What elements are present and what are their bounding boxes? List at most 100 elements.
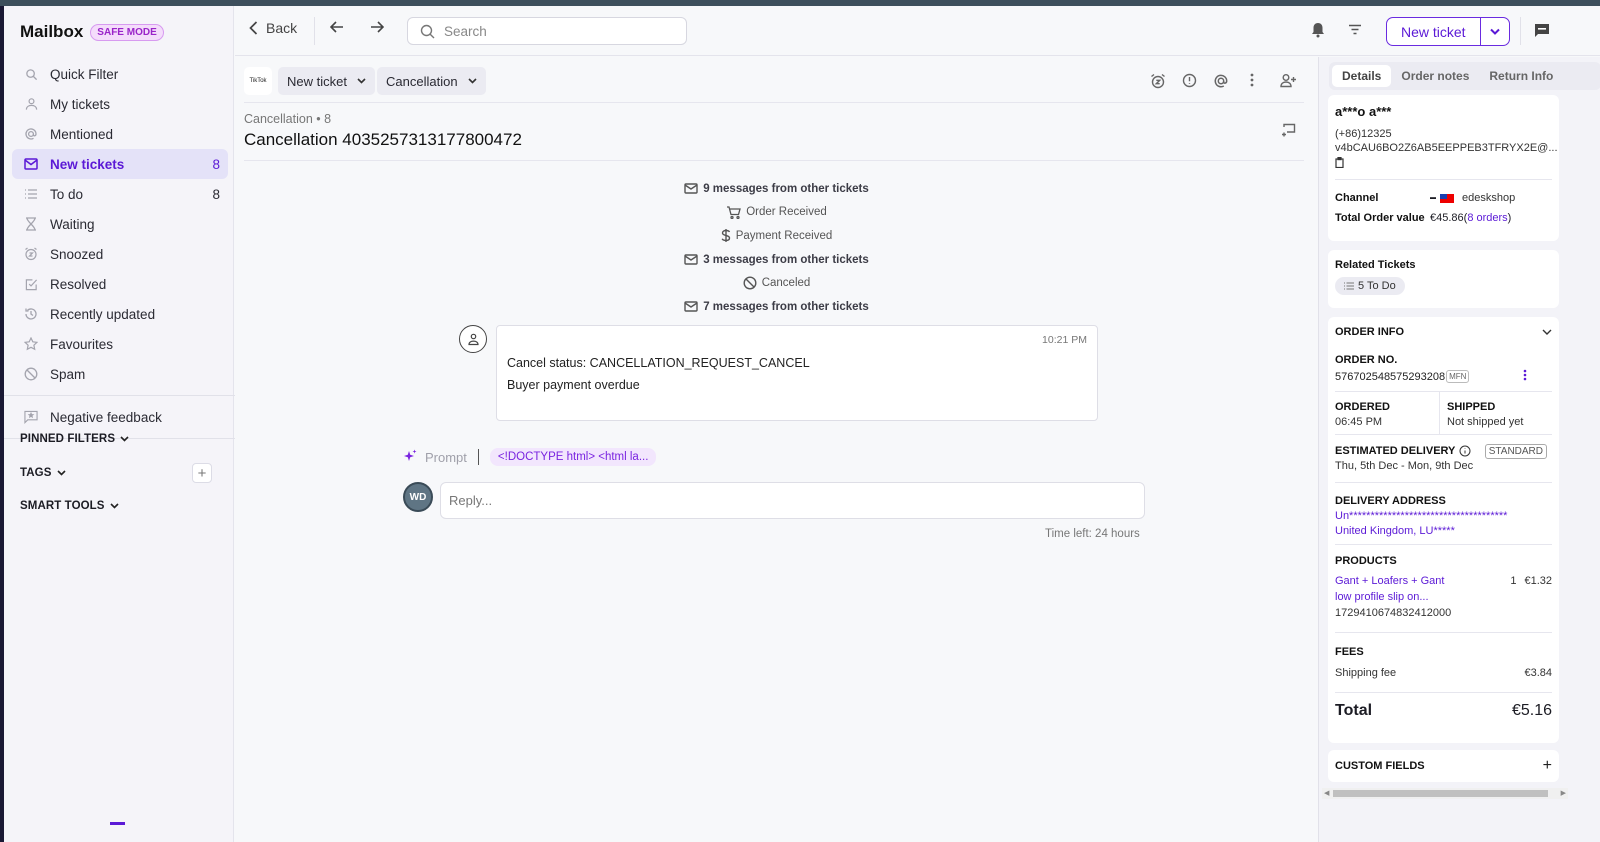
mention-button[interactable] [1213,73,1229,92]
priority-button[interactable] [1182,73,1197,91]
product-link[interactable]: Gant + Loafers + Gant [1335,575,1510,587]
type-dropdown[interactable]: Cancellation [377,67,486,95]
sidebar-item-quick-filter[interactable]: Quick Filter [12,59,228,89]
scrollbar-thumb[interactable] [1333,790,1548,797]
search-input[interactable] [444,23,664,39]
list-icon [1344,282,1354,290]
notifications-button[interactable] [1311,22,1325,41]
sidebar-item-recently-updated[interactable]: Recently updated [12,299,228,329]
sender-avatar [459,325,487,353]
sidebar-item-negative-feedback[interactable]: Negative feedback [12,402,228,432]
search-icon [420,24,435,38]
sidebar-item-my-tickets[interactable]: My tickets [12,89,228,119]
next-ticket-button[interactable] [370,21,385,36]
alert-circle-icon [1182,73,1197,88]
user-icon [467,333,479,345]
time-left: Time left: 24 hours [1045,528,1140,540]
tab-return-info[interactable]: Return Info [1479,65,1563,87]
status-dropdown[interactable]: New ticket [278,67,375,95]
safe-mode-badge: SAFE MODE [90,23,164,41]
clipboard-icon [1335,157,1344,169]
previous-ticket-button[interactable] [329,21,344,36]
order-menu-button[interactable] [1523,369,1527,384]
reply-button[interactable] [1281,123,1296,140]
timeline-event[interactable]: 3 messages from other tickets [235,248,1318,272]
reply-input[interactable] [449,483,1144,518]
delivery-address-line[interactable]: Un************************************* [1335,510,1552,522]
to-do-count: 8 [212,186,220,202]
user-icon [24,97,38,111]
related-ticket-chip[interactable]: 5 To Do [1335,277,1405,295]
arrow-left-icon [329,21,343,33]
arrow-right-icon [371,21,385,33]
sidebar-item-favourites[interactable]: Favourites [12,329,228,359]
tab-order-notes[interactable]: Order notes [1391,65,1479,87]
tab-details[interactable]: Details [1332,65,1392,87]
cart-icon [726,206,742,219]
chat-icon [1535,24,1549,37]
product-link[interactable]: low profile slip on... [1335,591,1510,603]
prompt-button[interactable]: Prompt [425,450,467,465]
customer-name: a***o a*** [1335,104,1392,119]
plus-icon: + [1542,757,1552,774]
shipped-label: SHIPPED [1447,401,1496,413]
order-info-card: ORDER INFO ORDER NO. 576702548575293208 … [1328,317,1559,743]
copy-email-button[interactable] [1335,156,1552,171]
info-icon [1459,445,1471,457]
divider [1335,544,1552,545]
more-options-button[interactable] [1250,73,1254,90]
scroll-left-icon[interactable]: ◀ [1324,789,1329,797]
snooze-button[interactable] [1150,73,1166,92]
new-ticket-dropdown[interactable] [1481,18,1509,45]
search-box[interactable] [407,17,687,45]
ticket-toolbar: TikTok New ticket Cancellation [244,67,1304,103]
horizontal-scrollbar[interactable]: ◀ ▶ [1322,788,1568,799]
product-qty: 1 [1510,575,1517,587]
orders-link[interactable]: 8 orders [1467,212,1507,224]
mail-icon [684,301,698,312]
timeline-event[interactable]: 7 messages from other tickets [235,295,1318,319]
app-title: Mailbox [20,22,84,41]
pinned-filters-toggle[interactable]: PINNED FILTERS [20,433,129,445]
divider [477,449,479,465]
new-tickets-count: 8 [212,156,220,172]
scroll-right-icon[interactable]: ▶ [1561,789,1566,797]
sidebar-item-waiting[interactable]: Waiting [12,209,228,239]
sidebar-item-spam[interactable]: Spam [12,359,228,389]
more-vertical-icon [1523,369,1527,381]
product-price: €1.32 [1524,575,1552,587]
smart-tools-toggle[interactable]: SMART TOOLS [20,500,119,512]
sidebar-item-mentioned[interactable]: Mentioned [12,119,228,149]
timeline-event[interactable]: 9 messages from other tickets [235,177,1318,201]
sidebar: Mailbox SAFE MODE Quick Filter My ticket… [4,6,236,842]
chat-panel-button[interactable] [1534,23,1550,42]
sidebar-item-new-tickets[interactable]: New tickets 8 [12,149,228,179]
filter-button[interactable] [1348,23,1362,38]
message-line: Cancel status: CANCELLATION_REQUEST_CANC… [507,356,810,370]
chevron-down-icon [110,503,119,509]
sidebar-item-resolved[interactable]: Resolved [12,269,228,299]
ticket-timeline: 9 messages from other tickets Order Rece… [235,177,1318,319]
new-ticket-button[interactable]: New ticket [1387,18,1481,45]
sidebar-item-to-do[interactable]: To do 8 [12,179,228,209]
flag-icon [1440,193,1454,203]
ticket-breadcrumb: Cancellation • 8 [244,112,332,126]
divider [1335,434,1552,435]
add-tag-button[interactable]: + [192,463,212,483]
chevron-down-icon [1542,329,1552,335]
reply-box[interactable] [440,482,1145,519]
mail-icon [684,183,698,194]
prompt-chip[interactable]: <!DOCTYPE html> <html la... [489,448,657,466]
tags-toggle[interactable]: TAGS [20,467,66,479]
back-button[interactable]: Back [249,20,297,36]
assign-user-button[interactable] [1280,73,1297,91]
order-info-header[interactable]: ORDER INFO [1335,326,1552,338]
user-plus-icon [1280,74,1296,88]
hourglass-icon [24,217,38,231]
ticket-title: Cancellation 4035257313177800472 [244,130,522,149]
channel-logo: TikTok [244,67,272,95]
add-custom-field-button[interactable]: + [1543,757,1552,775]
sidebar-item-snoozed[interactable]: Snoozed [12,239,228,269]
delivery-address-line[interactable]: United Kingdom, LU***** [1335,525,1552,537]
timeline-event: Order Received [235,201,1318,225]
